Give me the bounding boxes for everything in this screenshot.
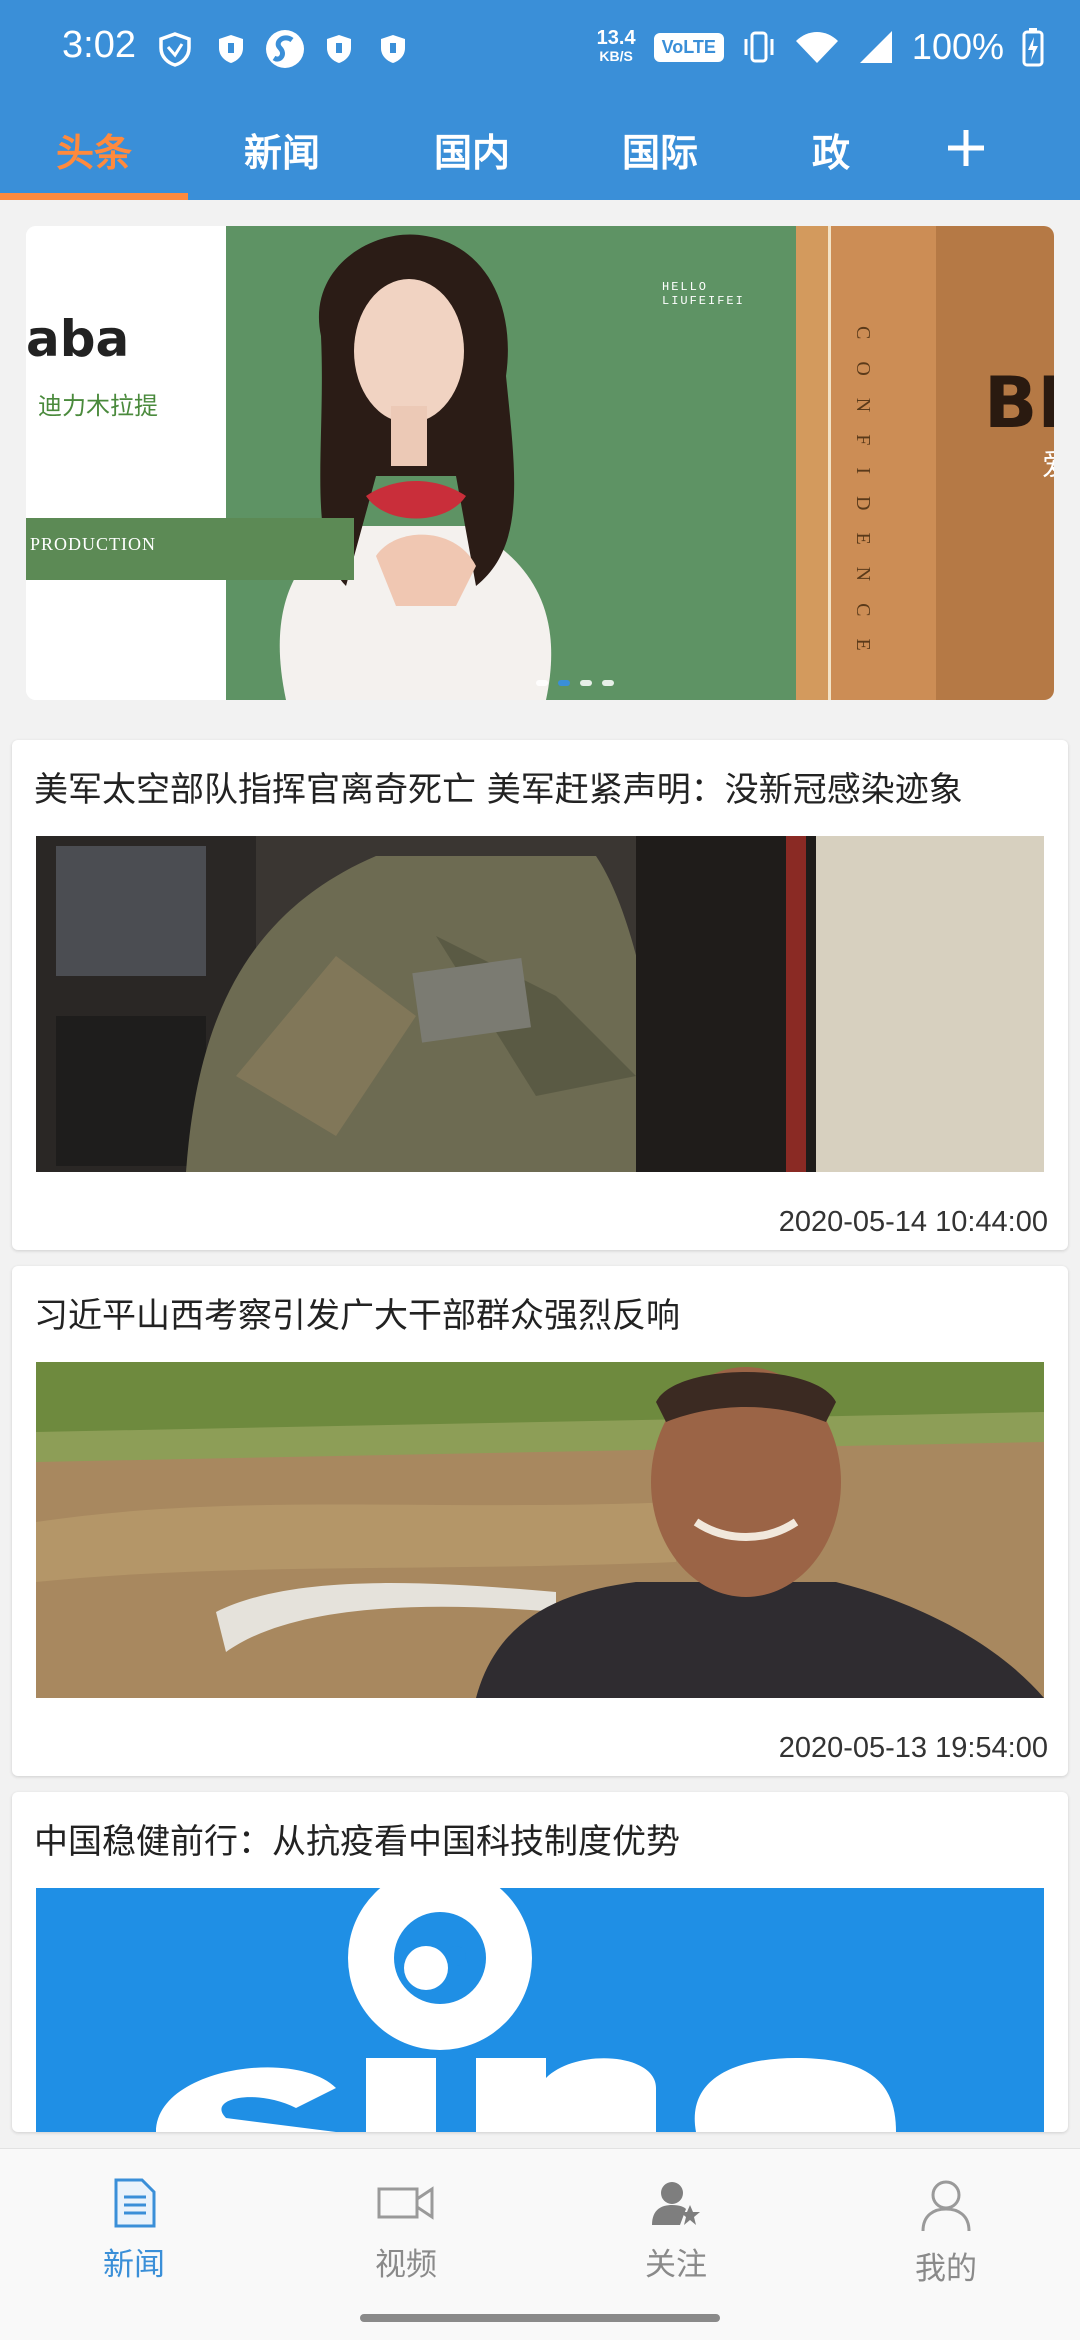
battery-percent: 100% [911,26,1004,67]
banner-left-title: aba [26,310,130,368]
indicator-dot [602,680,614,686]
tab-headlines[interactable]: 头条 [56,122,132,177]
nav-video-label: 视频 [375,2247,437,2283]
carousel-indicator [536,680,614,686]
security-shield-icon-3 [381,35,405,63]
category-tabs: 头条 新闻 国内 国际 政 [0,110,1080,200]
home-indicator[interactable] [360,2314,720,2322]
battery-charging-icon [1022,28,1044,67]
wifi-icon [795,32,838,63]
nav-profile-label: 我的 [915,2251,977,2287]
status-right-group: 13.4 KB/S VoLTE 100% [597,22,1044,72]
news-card[interactable]: 习近平山西考察引发广大干部群众强烈反响 2020-05-13 19:54:00 [12,1266,1068,1776]
network-speed-unit: KB/S [599,48,633,64]
banner-carousel[interactable]: aba 迪力木拉提 HELLO LIUFEIFEI PRODUCTION CON… [26,226,1054,700]
indicator-dot-active [558,680,570,686]
vpn-shield-icon [159,32,191,67]
network-speed: 13.4 KB/S [596,27,636,65]
banner-left-subtitle: 迪力木拉提 [38,392,158,420]
signal-icon [859,31,892,63]
banner-tan-strip [796,226,828,700]
news-title[interactable]: 中国稳健前行：从抗疫看中国科技制度优势 [34,1814,680,1863]
news-card[interactable]: 美军太空部队指挥官离奇死亡 美军赶紧声明：没新冠感染迹象 2020-05-14 … [12,740,1068,1250]
nav-news[interactable]: 新闻 [54,2177,214,2284]
add-tab-icon[interactable] [944,110,988,170]
banner-production-label: PRODUCTION [30,534,157,554]
news-date: 2020-05-14 10:44:00 [778,1206,1048,1238]
status-time: 3:02 [62,24,136,66]
news-image-farmer[interactable] [36,1362,1044,1698]
profile-icon [921,2180,971,2232]
vibrate-icon [744,31,774,63]
bottom-navigation: 新闻 视频 关注 我的 [0,2148,1080,2340]
banner-right-subtitle: 爱 [1042,440,1054,484]
banner-slide-left: aba 迪力木拉提 [26,226,226,700]
banner-production-bar: PRODUCTION [26,518,354,580]
network-speed-value: 13.4 [596,27,636,49]
tab-politics[interactable]: 政 [812,122,850,177]
tab-international[interactable]: 国际 [622,122,698,177]
banner-confidence-panel: CONFIDENCE [828,226,936,700]
nav-news-label: 新闻 [103,2247,165,2283]
app-header: 3:02 13.4 KB/S VoLTE 100% 头条 新闻 国内 国际 政 [0,0,1080,200]
indicator-dot [580,680,592,686]
banner-hello-text: HELLO LIUFEIFEI [662,280,745,308]
follow-icon [652,2182,700,2225]
indicator-dot [536,680,548,686]
news-date: 2020-05-13 19:54:00 [778,1732,1048,1764]
nav-profile[interactable]: 我的 [866,2177,1026,2288]
news-card[interactable]: 中国稳健前行：从抗疫看中国科技制度优势 [12,1792,1068,2132]
news-title[interactable]: 美军太空部队指挥官离奇死亡 美军赶紧声明：没新冠感染迹象 [34,762,963,811]
nav-follow[interactable]: 关注 [596,2177,756,2284]
tab-news[interactable]: 新闻 [244,122,320,177]
banner-right-title: BE [984,362,1054,444]
volte-badge: VoLTE [653,32,724,62]
news-image-sina-logo[interactable] [36,1888,1044,2132]
security-shield-icon-2 [327,35,351,63]
news-icon [114,2178,156,2228]
status-bar: 3:02 13.4 KB/S VoLTE 100% [0,0,1080,96]
nav-follow-label: 关注 [645,2247,707,2283]
banner-confidence-text: CONFIDENCE [852,326,874,673]
tab-domestic[interactable]: 国内 [434,122,510,177]
banner-portrait-image [279,234,552,700]
security-shield-icon [219,35,243,63]
news-image-soldier[interactable] [36,836,1044,1172]
nav-video[interactable]: 视频 [326,2177,486,2284]
sync-app-icon [266,30,304,68]
active-tab-underline [0,193,188,200]
banner-brown-panel: BE 爱 [936,226,1054,700]
news-title[interactable]: 习近平山西考察引发广大干部群众强烈反响 [34,1288,680,1337]
video-icon [377,2186,434,2220]
